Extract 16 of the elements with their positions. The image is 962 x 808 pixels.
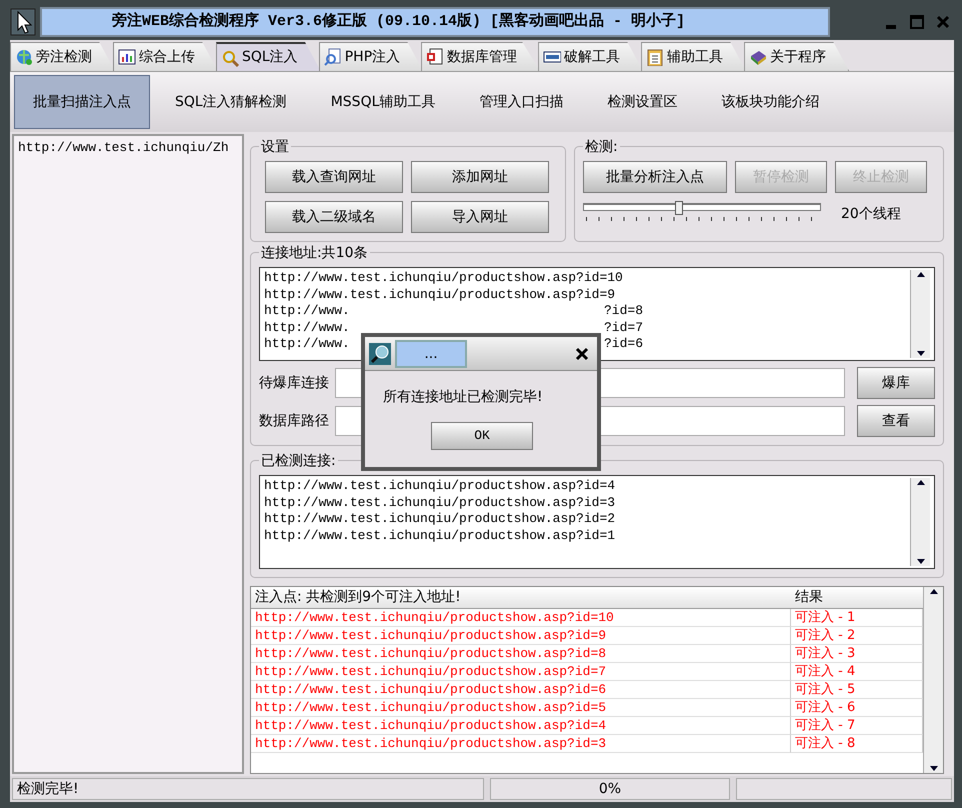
- field-label: 待爆库连接: [259, 374, 329, 392]
- table-cell: http://www.test.ichunqiu/productshow.asp?id=4: [251, 717, 791, 735]
- table-cell: http://www.test.ichunqiu/productshow.asp?id=7: [251, 663, 791, 681]
- table-cell: http://www.test.ichunqiu/productshow.asp?id=8: [251, 645, 791, 663]
- table-cell: http://www.test.ichunqiu/productshow.asp?id=10: [251, 609, 791, 627]
- table-cell: http://www.test.ichunqiu/productshow.asp?id=3: [251, 735, 791, 753]
- field-label: 数据库路径: [259, 412, 329, 430]
- dialog-message: 所有连接地址已检测完毕!: [382, 388, 544, 407]
- thread-count: 20个线程: [841, 204, 901, 224]
- dialog-title: ...: [395, 340, 467, 368]
- table-cell: http://www.test.ichunqiu/productshow.asp?id=9: [251, 627, 791, 645]
- table-cell: http://www.test.ichunqiu/productshow.asp?id=5: [251, 699, 791, 717]
- status-text: 检测完毕!: [12, 778, 484, 800]
- table-cell: http://www.test.ichunqiu/productshow.asp?id=6: [251, 681, 791, 699]
- progress-reading: 0%: [598, 780, 622, 798]
- window-title: 旁注WEB综合检测程序 Ver3.6修正版 (09.10.14版) [黑客动画吧出品 - 明小子]: [40, 7, 830, 37]
